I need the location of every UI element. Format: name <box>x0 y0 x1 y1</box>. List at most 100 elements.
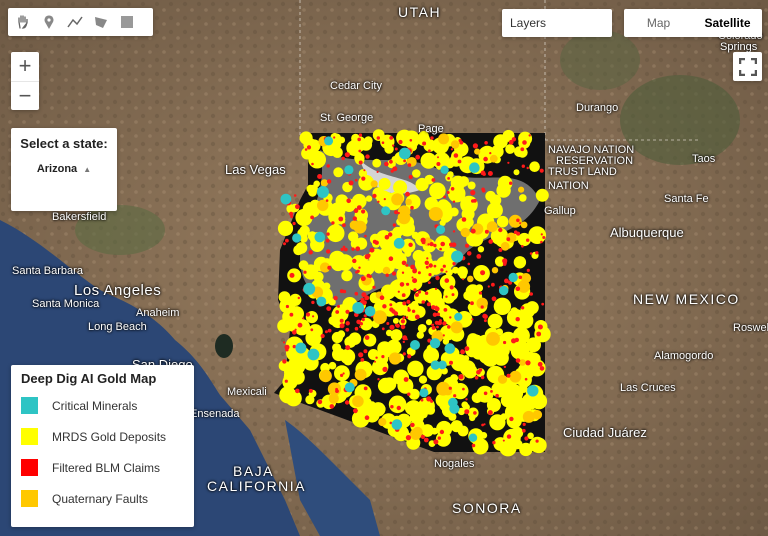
yellow-mark <box>331 331 343 344</box>
red-mark <box>433 243 437 248</box>
red-mark <box>384 234 390 240</box>
red-mark <box>403 159 406 163</box>
map-type-map-button[interactable]: Map <box>624 9 693 37</box>
red-mark <box>508 139 514 145</box>
zoom-in-button[interactable]: + <box>11 52 39 82</box>
orange-mark <box>391 193 404 206</box>
yellow-mark <box>531 437 547 454</box>
red-mark <box>540 240 543 244</box>
red-mark <box>435 275 440 281</box>
zoom-out-button[interactable]: − <box>11 82 39 111</box>
map-type-satellite-button[interactable]: Satellite <box>693 9 762 37</box>
marker-icon[interactable] <box>36 9 62 35</box>
red-mark <box>400 319 405 324</box>
red-mark <box>515 317 520 322</box>
layers-button[interactable]: Layers <box>502 9 612 37</box>
red-mark <box>492 440 496 445</box>
red-mark <box>449 360 453 365</box>
red-mark <box>540 233 543 236</box>
red-mark <box>389 303 393 307</box>
red-mark <box>414 292 419 297</box>
red-mark <box>326 249 331 254</box>
yellow-mark <box>353 141 364 153</box>
yellow-mark <box>415 177 429 192</box>
red-mark <box>397 211 400 215</box>
salton-sea <box>215 334 233 358</box>
red-mark <box>382 366 388 372</box>
red-mark <box>340 247 344 252</box>
red-mark <box>476 370 481 375</box>
red-mark <box>483 319 487 323</box>
red-mark <box>503 340 507 345</box>
red-mark <box>428 273 432 277</box>
yellow-mark <box>500 413 508 421</box>
red-mark <box>406 282 410 286</box>
yellow-mark <box>519 381 528 390</box>
red-mark <box>487 410 493 416</box>
red-mark <box>526 268 530 272</box>
red-mark <box>471 318 474 321</box>
red-mark <box>445 270 448 273</box>
red-mark <box>443 308 448 312</box>
red-mark <box>542 236 546 239</box>
red-mark <box>431 305 436 310</box>
line-icon[interactable] <box>62 9 88 35</box>
red-mark <box>392 166 398 172</box>
orange-mark <box>382 266 391 275</box>
teal-mark <box>316 186 329 198</box>
yellow-mark <box>448 412 457 421</box>
red-mark <box>528 134 531 137</box>
yellow-mark <box>377 341 392 356</box>
red-mark <box>411 309 416 313</box>
red-mark <box>344 400 350 405</box>
teal-mark <box>324 136 334 146</box>
red-mark <box>462 387 465 391</box>
red-mark <box>458 374 464 380</box>
yellow-mark <box>390 329 403 342</box>
orange-mark <box>320 179 329 187</box>
red-mark <box>326 164 330 168</box>
red-mark <box>535 439 539 443</box>
red-mark <box>461 217 467 222</box>
yellow-mark <box>341 270 353 282</box>
red-mark <box>317 399 323 405</box>
red-mark <box>353 208 359 213</box>
orange-mark <box>402 207 411 217</box>
red-mark <box>470 228 476 234</box>
red-mark <box>407 392 411 396</box>
red-mark <box>509 181 513 185</box>
yellow-mark <box>520 365 535 380</box>
teal-mark <box>381 206 391 216</box>
red-mark <box>483 391 488 396</box>
rectangle-icon[interactable] <box>114 9 140 35</box>
red-mark <box>405 264 409 267</box>
hand-icon[interactable] <box>10 9 36 35</box>
red-mark <box>457 159 462 164</box>
yellow-mark <box>463 290 473 301</box>
red-mark <box>385 273 389 277</box>
red-mark <box>433 439 439 445</box>
teal-mark <box>448 397 458 408</box>
orange-mark <box>474 148 481 155</box>
red-mark <box>430 136 434 140</box>
orange-mark <box>428 207 443 221</box>
red-mark <box>293 194 297 197</box>
red-mark <box>483 423 486 426</box>
red-mark <box>467 262 471 266</box>
red-mark <box>375 356 378 359</box>
yellow-mark <box>289 293 302 306</box>
red-mark <box>431 178 436 182</box>
red-mark <box>289 312 294 317</box>
teal-mark <box>419 388 429 398</box>
red-mark <box>524 436 529 441</box>
teal-mark <box>295 342 307 354</box>
polygon-icon[interactable] <box>88 9 114 35</box>
red-mark <box>430 323 433 326</box>
yellow-mark <box>365 195 373 202</box>
red-mark <box>518 275 523 280</box>
yellow-mark <box>428 156 438 165</box>
red-mark <box>478 291 482 295</box>
fullscreen-button[interactable] <box>733 52 762 81</box>
state-select[interactable]: Arizona ▲ <box>17 163 111 175</box>
red-mark <box>289 272 295 278</box>
